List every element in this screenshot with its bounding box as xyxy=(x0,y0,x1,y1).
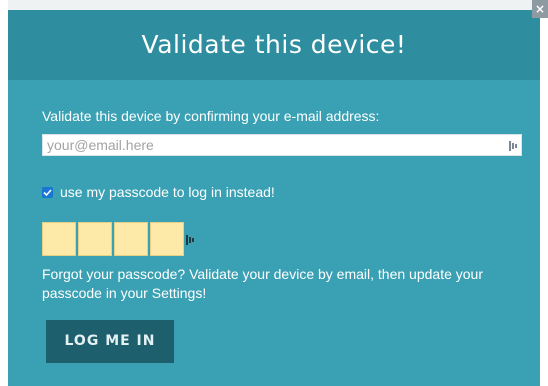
forgot-passcode-text: Forgot your passcode? Validate your devi… xyxy=(42,266,483,301)
top-strip xyxy=(8,0,548,10)
passcode-input-group xyxy=(42,222,194,256)
passcode-digit-1[interactable] xyxy=(42,222,76,256)
log-me-in-button[interactable]: LOG ME IN xyxy=(46,320,174,363)
email-prompt: Validate this device by confirming your … xyxy=(42,108,380,124)
email-input[interactable] xyxy=(43,135,505,155)
passcode-option[interactable]: use my passcode to log in instead! xyxy=(42,183,275,201)
dialog-title: Validate this device! xyxy=(141,30,407,59)
passcode-digit-2[interactable] xyxy=(78,222,112,256)
email-field-wrapper xyxy=(42,134,522,156)
password-manager-icon[interactable] xyxy=(186,233,194,245)
check-icon xyxy=(43,188,52,196)
passcode-checkbox[interactable] xyxy=(42,186,53,198)
validate-device-dialog: Validate this device! Validate this devi… xyxy=(8,10,540,386)
screen: Validate this device! Validate this devi… xyxy=(0,0,548,386)
password-manager-icon[interactable] xyxy=(509,139,517,151)
passcode-digit-4[interactable] xyxy=(150,222,184,256)
dialog-header: Validate this device! xyxy=(8,10,540,80)
close-icon[interactable]: × xyxy=(532,0,548,18)
passcode-option-label: use my passcode to log in instead! xyxy=(60,184,275,200)
passcode-digit-3[interactable] xyxy=(114,222,148,256)
